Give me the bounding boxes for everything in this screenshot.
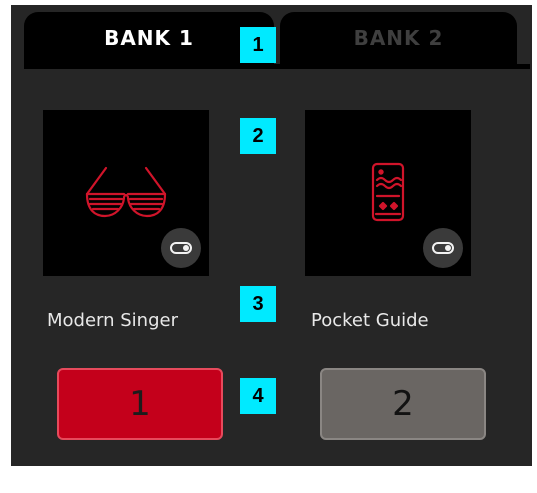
callout-badge-3: 3 [240,286,276,322]
tab-bank-2-label: BANK 2 [353,26,444,50]
callout-badge-1: 1 [240,27,276,63]
tab-bank-2[interactable]: BANK 2 [280,12,517,64]
preset-slot-button-1[interactable]: 1 [57,368,223,440]
preset-name-modern-singer: Modern Singer [47,310,178,331]
callout-badge-4: 4 [240,378,276,414]
toggle-icon [432,242,454,254]
preset-card-modern-singer[interactable] [43,110,209,276]
enable-toggle-pocket-guide[interactable] [423,228,463,268]
toggle-icon [170,242,192,254]
callout-badge-2: 2 [240,118,276,154]
enable-toggle-modern-singer[interactable] [161,228,201,268]
preset-name-pocket-guide: Pocket Guide [311,310,429,331]
preset-card-pocket-guide[interactable] [305,110,471,276]
preset-slot-button-2[interactable]: 2 [320,368,486,440]
tab-underline [24,64,530,69]
tab-bank-1[interactable]: BANK 1 [24,12,274,64]
tab-bank-1-label: BANK 1 [104,26,194,50]
